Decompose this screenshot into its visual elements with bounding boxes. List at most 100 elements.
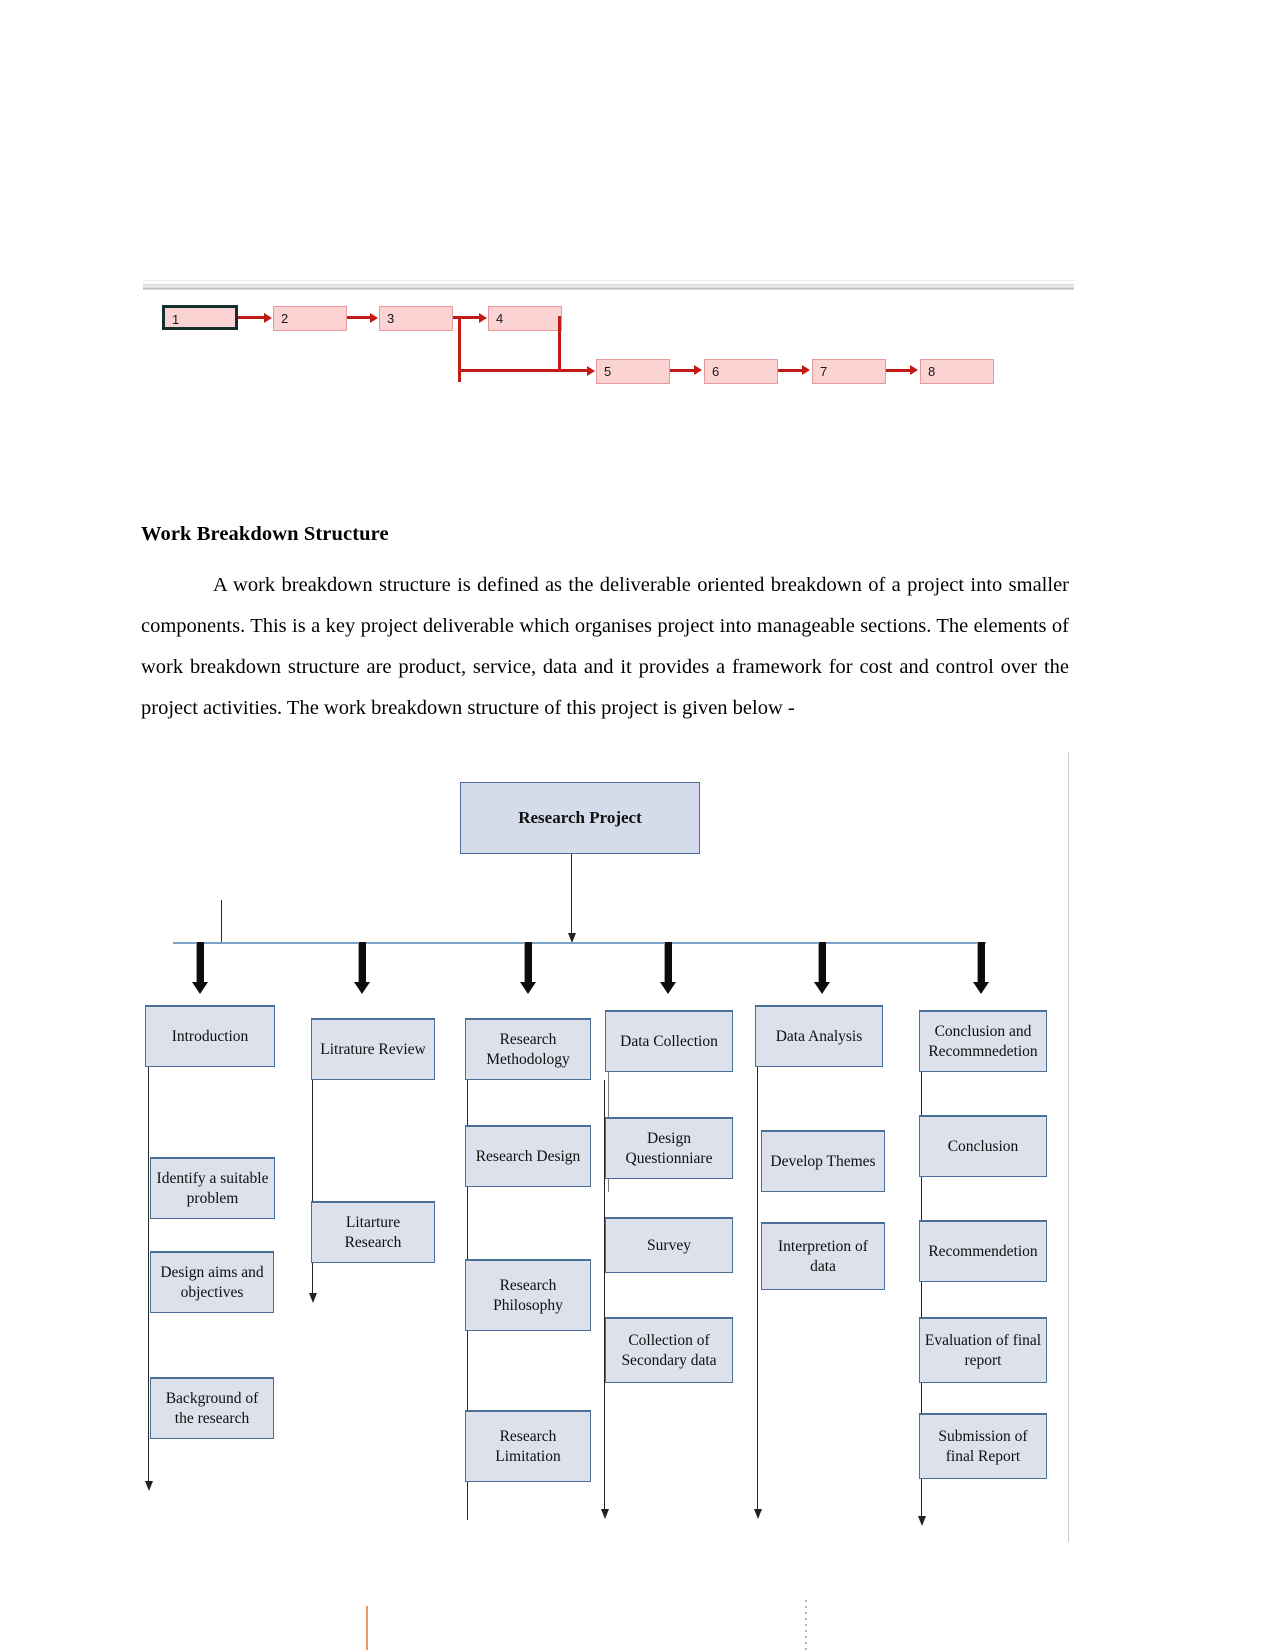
network-node-5-label: 5 [604, 364, 612, 379]
arrow-3-4-icon [479, 312, 487, 323]
wbs-node-data-collection[interactable]: Data Collection [605, 1010, 733, 1072]
wbs-node-research-methodology-label: Research Methodology [486, 1031, 570, 1068]
network-node-1[interactable]: 1 [162, 305, 238, 330]
network-node-8-label: 8 [928, 364, 936, 379]
wbs-node-submission-final-report[interactable]: Submission of final Report [919, 1413, 1047, 1479]
root-connector-arrow [567, 854, 576, 943]
connector-6-7 [778, 368, 803, 372]
connector-4-5-horizontal [558, 368, 588, 372]
column-3-arrow-head-icon [600, 1509, 609, 1519]
wbs-node-background-research[interactable]: Background of the research [150, 1377, 274, 1439]
network-node-6-label: 6 [712, 364, 720, 379]
connector-1-2 [238, 316, 265, 320]
column-5-tail-arrow [753, 1067, 762, 1519]
wbs-node-conclusion-label: Conclusion [947, 1137, 1019, 1155]
column-6-arrow-head-icon [917, 1516, 926, 1526]
wbs-node-data-analysis-label: Data Analysis [775, 1027, 863, 1045]
wbs-node-survey[interactable]: Survey [605, 1217, 733, 1273]
wbs-node-interpretation-data[interactable]: Interpretion of data [761, 1222, 885, 1290]
wbs-node-research-design-label: Research Design [475, 1147, 581, 1165]
wbs-node-literature-review-label: Litrature Review [320, 1040, 426, 1058]
network-node-3[interactable]: 3 [379, 306, 453, 331]
wbs-node-interpretation-data-label: Interpretion of data [778, 1238, 868, 1275]
column-1-arrow-head-icon [144, 1481, 153, 1491]
network-node-3-label: 3 [387, 311, 395, 326]
wbs-node-design-aims-label: Design aims and objectives [160, 1264, 264, 1301]
diagram-top-scrollbar[interactable] [143, 280, 1074, 290]
connector-5-6 [670, 368, 695, 372]
wbs-node-submission-final-report-label: Submission of final Report [938, 1428, 1028, 1465]
branch-arrow-6 [973, 942, 989, 994]
network-node-8[interactable]: 8 [920, 359, 994, 384]
connector-3-5-vertical [458, 316, 462, 382]
wbs-node-survey-label: Survey [647, 1236, 691, 1254]
wbs-node-design-questionnaire[interactable]: Design Questionniare [605, 1117, 733, 1179]
wbs-node-recommendation[interactable]: Recommendetion [919, 1220, 1047, 1282]
footer-dotted-rule [805, 1600, 807, 1650]
footer-orange-rule [366, 1606, 369, 1650]
arrow-2-3-icon [370, 312, 378, 323]
network-node-2[interactable]: 2 [273, 306, 347, 331]
wbs-node-introduction[interactable]: Introduction [145, 1005, 275, 1067]
network-node-7[interactable]: 7 [812, 359, 886, 384]
connector-7-8 [886, 368, 911, 372]
wbs-node-design-questionnaire-label: Design Questionniare [625, 1130, 713, 1167]
wbs-node-design-aims[interactable]: Design aims and objectives [150, 1251, 274, 1313]
wbs-node-literature-research[interactable]: Litarture Research [311, 1201, 435, 1263]
wbs-node-conclusion-recommendation[interactable]: Conclusion and Recommnedetion [919, 1010, 1047, 1072]
branch-arrow-2 [354, 942, 370, 994]
arrow-6-7-icon [802, 365, 810, 376]
branch-arrow-1 [192, 942, 208, 994]
network-diagram: 1 2 3 4 5 6 7 8 [140, 272, 1080, 402]
work-breakdown-structure-diagram: Research Project Introduction Identify a… [0, 752, 1275, 1552]
wbs-node-background-research-label: Background of the research [165, 1390, 259, 1427]
branch-arrow-4 [660, 942, 676, 994]
wbs-node-data-analysis[interactable]: Data Analysis [755, 1005, 883, 1067]
wbs-node-research-philosophy-label: Research Philosophy [493, 1277, 563, 1314]
wbs-node-research-limitation-label: Research Limitation [495, 1428, 561, 1465]
wbs-node-evaluation-final-report-label: Evaluation of final report [924, 1332, 1042, 1369]
wbs-node-recommendation-label: Recommendetion [928, 1242, 1038, 1260]
network-node-5[interactable]: 5 [596, 359, 670, 384]
network-node-1-label: 1 [172, 312, 180, 327]
column-2-arrow-head-icon [308, 1293, 317, 1303]
wbs-node-secondary-data-label: Collection of Secondary data [621, 1332, 717, 1369]
wbs-root-node[interactable]: Research Project [460, 782, 700, 854]
wbs-node-conclusion-recommendation-label: Conclusion and Recommnedetion [928, 1023, 1038, 1060]
wbs-node-literature-review[interactable]: Litrature Review [311, 1018, 435, 1080]
wbs-node-develop-themes-label: Develop Themes [770, 1152, 876, 1170]
wbs-node-literature-research-label: Litarture Research [344, 1214, 402, 1251]
network-node-4[interactable]: 4 [488, 306, 562, 331]
wbs-node-research-philosophy[interactable]: Research Philosophy [465, 1259, 591, 1331]
wbs-horizontal-connector [173, 942, 986, 944]
wbs-node-identify-problem-label: Identify a suitable problem [156, 1170, 269, 1207]
body-paragraph: A work breakdown structure is defined as… [141, 573, 1069, 719]
network-node-2-label: 2 [281, 311, 289, 326]
network-node-4-label: 4 [496, 311, 504, 326]
branch-arrow-5 [814, 942, 830, 994]
wbs-node-identify-problem[interactable]: Identify a suitable problem [150, 1157, 275, 1219]
wbs-node-evaluation-final-report[interactable]: Evaluation of final report [919, 1317, 1047, 1383]
wbs-node-introduction-label: Introduction [171, 1027, 249, 1045]
arrow-1-2-icon [264, 312, 272, 323]
wbs-node-data-collection-label: Data Collection [620, 1032, 718, 1050]
document-page: 1 2 3 4 5 6 7 8 Work Breakdown Structure… [0, 0, 1275, 1650]
network-node-7-label: 7 [820, 364, 828, 379]
network-node-6[interactable]: 6 [704, 359, 778, 384]
arrow-5-6-icon [694, 365, 702, 376]
wbs-node-secondary-data[interactable]: Collection of Secondary data [605, 1317, 733, 1383]
stray-tick-mark [221, 900, 223, 944]
arrow-to-5-icon [587, 366, 595, 377]
page-title: Work Breakdown Structure [141, 523, 389, 545]
column-1-spine [148, 1067, 150, 1227]
wbs-node-conclusion[interactable]: Conclusion [919, 1115, 1047, 1177]
wbs-node-develop-themes[interactable]: Develop Themes [761, 1130, 885, 1192]
wbs-root-label: Research Project [518, 808, 642, 828]
branch-arrow-3 [520, 942, 536, 994]
connector-4-5-vertical [558, 316, 562, 370]
wbs-node-research-methodology[interactable]: Research Methodology [465, 1018, 591, 1080]
wbs-node-research-limitation[interactable]: Research Limitation [465, 1410, 591, 1482]
wbs-node-research-design[interactable]: Research Design [465, 1125, 591, 1187]
connector-2-3 [347, 316, 371, 320]
column-5-arrow-head-icon [753, 1509, 762, 1519]
